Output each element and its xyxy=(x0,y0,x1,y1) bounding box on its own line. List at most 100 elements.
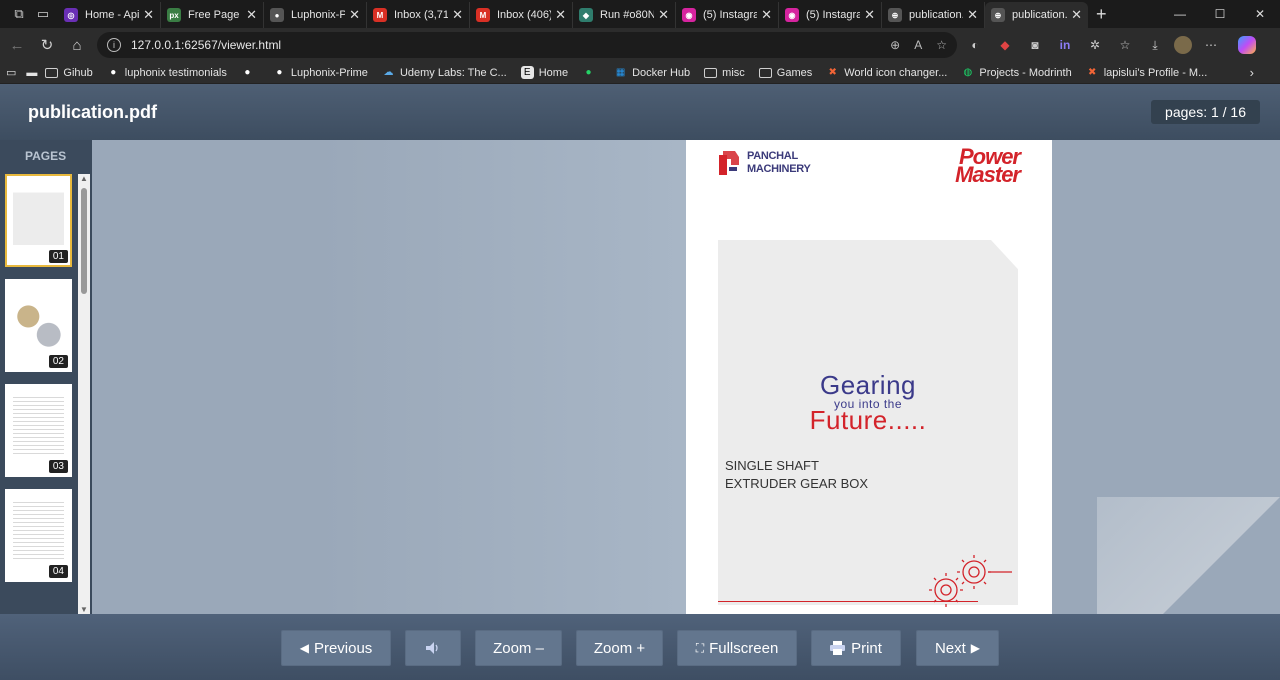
browser-tab[interactable]: px Free Page F ✕ xyxy=(161,2,264,28)
url-text[interactable]: 127.0.0.1:62567/viewer.html xyxy=(131,38,281,52)
curse-icon: ✖ xyxy=(828,67,837,78)
page-thumbnail[interactable]: 04 xyxy=(5,489,72,582)
bookmark-item[interactable]: E Home xyxy=(520,66,568,79)
browser-tab[interactable]: ⊕ publication. ✕ xyxy=(985,2,1088,28)
tab-title: Free Page F xyxy=(188,9,242,21)
browser-tab[interactable]: ◉ (5) Instagra ✕ xyxy=(779,2,882,28)
bookmark-item[interactable]: ● xyxy=(582,66,600,79)
zoom-in-button[interactable]: Zoom + xyxy=(576,630,663,666)
zoom-icon[interactable]: ⊕ xyxy=(890,38,900,52)
previous-label: Previous xyxy=(313,639,373,657)
page-thumbnail[interactable]: 03 xyxy=(5,384,72,477)
tab-close-icon[interactable]: ✕ xyxy=(555,7,566,23)
headline-future: Future..... xyxy=(809,405,927,435)
brand-right-line2: Master xyxy=(955,162,1021,187)
scrollbar-thumb[interactable] xyxy=(81,188,87,294)
bookmark-item[interactable]: ◍ Projects - Modrinth xyxy=(961,66,1072,79)
browser-tab[interactable]: ● Luphonix-Pr ✕ xyxy=(264,2,367,28)
home-icon[interactable]: ⌂ xyxy=(62,30,92,60)
extensions-puzzle-icon[interactable]: ✲ xyxy=(1084,34,1106,56)
page-thumbnail[interactable]: 01 xyxy=(5,174,72,267)
camera-icon[interactable]: ◙ xyxy=(1024,34,1046,56)
pages-sidebar: PAGES 01 02 03 04 ▲ ▼ xyxy=(0,140,92,614)
linkedin-icon[interactable]: in xyxy=(1054,34,1076,56)
bookmark-flag-icon[interactable]: ▬ xyxy=(26,67,37,79)
tab-close-icon[interactable]: ✕ xyxy=(967,7,978,23)
ublock-icon[interactable]: ◆ xyxy=(994,34,1016,56)
fullscreen-label: Fullscreen xyxy=(709,639,779,657)
sound-button[interactable] xyxy=(405,630,461,666)
previous-button[interactable]: ◀ Previous xyxy=(281,630,391,666)
reload-icon[interactable]: ↻ xyxy=(32,30,62,60)
workspaces-icon[interactable]: ⧉ xyxy=(8,3,30,25)
tab-close-icon[interactable]: ✕ xyxy=(452,7,463,23)
fullscreen-button[interactable]: ⛶ Fullscreen xyxy=(677,630,797,666)
minimize-icon[interactable]: — xyxy=(1160,0,1200,28)
bookmark-item[interactable]: ● luphonix testimonials xyxy=(107,66,227,79)
tab-title: publication. xyxy=(909,9,964,21)
favorite-star-icon[interactable]: ☆ xyxy=(936,38,947,52)
zoom-out-button[interactable]: Zoom – xyxy=(475,630,562,666)
browser-tab[interactable]: ⊕ publication. ✕ xyxy=(882,2,985,28)
tab-favicon-icon: M xyxy=(373,8,387,22)
tab-favicon-icon: ⊕ xyxy=(991,8,1005,22)
thumbnail-page-number: 01 xyxy=(48,250,68,263)
browser-tab[interactable]: M Inbox (406) ✕ xyxy=(470,2,573,28)
bookmarks-menu-icon[interactable]: ▭ xyxy=(6,66,16,79)
print-button[interactable]: Print xyxy=(811,630,901,666)
bookmark-item[interactable]: Gihub xyxy=(45,66,93,79)
bookmark-item[interactable]: ● Luphonix-Prime xyxy=(273,66,368,79)
read-aloud-icon[interactable]: A xyxy=(914,38,922,52)
tab-close-icon[interactable]: ✕ xyxy=(1071,7,1082,23)
browser-tab[interactable]: ◉ (5) Instagra ✕ xyxy=(676,2,779,28)
page-thumbnail[interactable]: 02 xyxy=(5,279,72,372)
tab-close-icon[interactable]: ✕ xyxy=(246,7,257,23)
browser-tab[interactable]: ◎ Home - Api ✕ xyxy=(58,2,161,28)
folder-icon xyxy=(704,66,718,79)
copilot-icon[interactable] xyxy=(1238,36,1256,54)
bookmark-item[interactable]: ☁ Udemy Labs: The C... xyxy=(382,66,506,79)
bookmark-item[interactable]: ✖ World icon changer... xyxy=(826,66,948,79)
printer-icon xyxy=(830,641,846,655)
favorites-icon[interactable]: ☆ xyxy=(1114,34,1136,56)
tab-close-icon[interactable]: ✕ xyxy=(349,7,360,23)
pdf-viewer: publication.pdf pages: 1 / 16 PAGES 01 02… xyxy=(0,84,1280,680)
tab-close-icon[interactable]: ✕ xyxy=(143,7,154,23)
more-menu-icon[interactable]: ⋯ xyxy=(1200,34,1222,56)
previous-arrow-icon: ◀ xyxy=(299,641,309,655)
tab-actions-icon[interactable]: ▭ xyxy=(32,3,54,25)
thumbnail-preview xyxy=(13,289,64,350)
scroll-up-icon[interactable]: ▲ xyxy=(79,174,89,183)
browser-tab[interactable]: ◆ Run #o80N ✕ xyxy=(573,2,676,28)
folder-icon xyxy=(45,66,59,79)
bookmark-item[interactable]: Games xyxy=(758,66,813,79)
scroll-down-icon[interactable]: ▼ xyxy=(79,605,89,614)
sidebar-scrollbar[interactable]: ▲ ▼ xyxy=(78,174,90,614)
tab-favicon-icon: ⊕ xyxy=(888,8,902,22)
next-button[interactable]: Next ▶ xyxy=(916,630,999,666)
site-info-icon[interactable]: i xyxy=(107,38,121,52)
tab-close-icon[interactable]: ✕ xyxy=(864,7,875,23)
extension-icon[interactable]: ◐ xyxy=(964,34,986,56)
bookmark-item[interactable]: ▦ Docker Hub xyxy=(614,66,690,79)
tab-close-icon[interactable]: ✕ xyxy=(761,7,772,23)
bookmark-item[interactable]: misc xyxy=(704,66,745,79)
downloads-icon[interactable]: ⤓ xyxy=(1144,34,1166,56)
bookmark-label: Games xyxy=(776,66,813,79)
close-window-icon[interactable]: ✕ xyxy=(1240,0,1280,28)
new-tab-button[interactable]: + xyxy=(1096,4,1107,25)
tab-favicon-icon: ◎ xyxy=(64,8,78,22)
thumbnail-page-number: 03 xyxy=(48,460,68,473)
back-icon[interactable]: ← xyxy=(2,30,32,60)
address-bar[interactable]: i 127.0.0.1:62567/viewer.html ⊕ A ☆ xyxy=(97,32,957,58)
browser-tab[interactable]: M Inbox (3,719 ✕ xyxy=(367,2,470,28)
browser-tab-strip: ⧉ ▭ ◎Home - Api✕pxFree Page F✕●Luphonix-… xyxy=(0,0,1280,28)
profile-avatar[interactable] xyxy=(1174,36,1192,54)
whatsapp-icon: ● xyxy=(585,67,592,78)
bookmark-item[interactable]: ✖ lapislui's Profile - M... xyxy=(1086,66,1208,79)
bookmark-label: lapislui's Profile - M... xyxy=(1103,66,1208,79)
tab-close-icon[interactable]: ✕ xyxy=(658,7,669,23)
bookmark-item[interactable]: ● xyxy=(241,66,259,79)
maximize-icon[interactable]: ☐ xyxy=(1200,0,1240,28)
bookmarks-more-chevron-icon[interactable]: › xyxy=(1250,65,1254,80)
